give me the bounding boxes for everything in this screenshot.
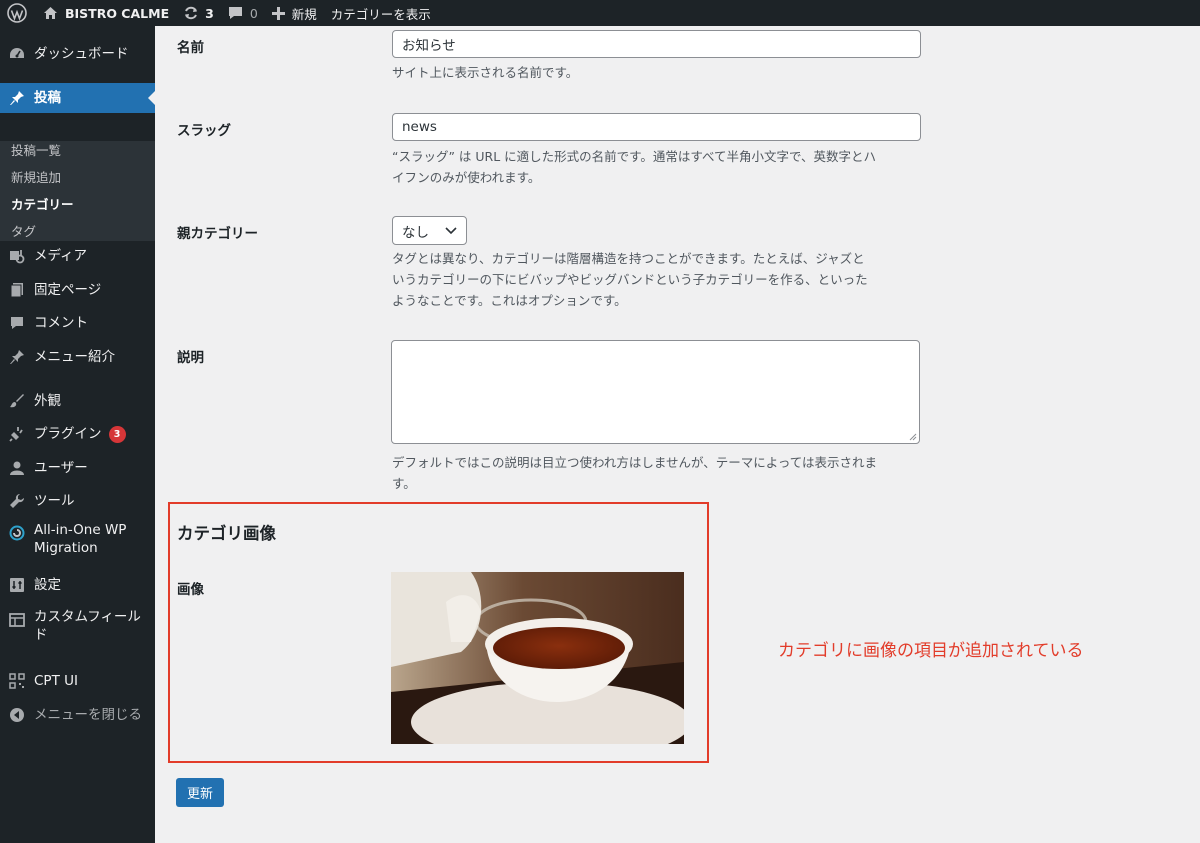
wordpress-logo-icon[interactable]: [0, 0, 34, 26]
comment-icon: [0, 315, 34, 331]
sidebar-item-cpt-ui[interactable]: CPT UI: [0, 666, 155, 696]
submenu-item-all-posts[interactable]: 投稿一覧: [11, 141, 61, 161]
view-category-link[interactable]: カテゴリーを表示: [324, 0, 438, 26]
sidebar-item-menu-intro[interactable]: メニュー紹介: [0, 342, 155, 372]
paintbrush-icon: [0, 393, 34, 409]
slug-description: “スラッグ” は URL に適した形式の名前です。通常はすべて半角小文字で、英数…: [392, 146, 922, 188]
plugins-update-badge: 3: [108, 425, 126, 443]
submenu-item-add-new[interactable]: 新規追加: [11, 168, 61, 188]
sidebar-item-label: ツール: [34, 493, 75, 509]
site-name-label: BISTRO CALME: [65, 5, 170, 21]
parent-description-line3: ようなことです。これはオプションです。: [392, 293, 627, 308]
parent-description-line2: いうカテゴリーの下にビバップやビッグバンドという子カテゴリーを作る、といった: [392, 272, 868, 287]
category-image-preview[interactable]: [391, 572, 684, 744]
new-content-link[interactable]: 新規: [265, 0, 324, 26]
pin-icon: [0, 349, 34, 365]
chevron-down-icon: [445, 223, 457, 239]
user-icon: [0, 460, 34, 476]
migration-icon: [0, 521, 34, 541]
sidebar-item-label: メディア: [34, 248, 88, 264]
site-name-link[interactable]: BISTRO CALME: [36, 0, 176, 26]
home-icon: [43, 6, 58, 20]
plugin-icon: [0, 426, 34, 442]
custom-fields-label-line2: ド: [34, 627, 48, 643]
slug-label: スラッグ: [177, 123, 231, 139]
description-help-line2: す。: [392, 476, 416, 491]
comments-count: 0: [249, 5, 258, 21]
updates-link[interactable]: 3: [176, 0, 221, 26]
sidebar-item-label: ダッシュボード: [34, 46, 129, 62]
new-label: 新規: [291, 6, 317, 22]
description-textarea[interactable]: [391, 340, 920, 444]
sidebar-item-custom-fields[interactable]: カスタムフィールド: [0, 608, 155, 648]
comment-icon: [228, 6, 243, 20]
custom-fields-icon: [0, 608, 34, 628]
sidebar-item-media[interactable]: メディア: [0, 241, 155, 271]
resize-handle-icon[interactable]: [909, 433, 917, 441]
settings-icon: [0, 577, 34, 593]
sidebar-item-label: メニューを閉じる: [34, 707, 142, 723]
cpt-ui-icon: [0, 673, 34, 689]
sidebar-item-label: All-in-One WP Migration: [34, 521, 126, 557]
sidebar-item-tools[interactable]: ツール: [0, 486, 155, 516]
pin-icon: [0, 90, 34, 106]
sidebar-item-label: コメント: [34, 315, 88, 331]
parent-category-select[interactable]: なし: [392, 216, 467, 245]
submenu-item-tags[interactable]: タグ: [11, 222, 36, 242]
updates-icon: [183, 5, 199, 21]
sidebar-item-pages[interactable]: 固定ページ: [0, 275, 155, 305]
sidebar-item-dashboard[interactable]: ダッシュボード: [0, 39, 155, 69]
parent-category-selected: なし: [402, 224, 429, 241]
plus-icon: [271, 6, 285, 20]
comments-link[interactable]: 0: [221, 0, 265, 26]
image-label: 画像: [177, 582, 204, 598]
custom-fields-label-line1: カスタムフィール: [34, 609, 141, 625]
posts-submenu: 投稿一覧 新規追加 カテゴリー タグ: [0, 141, 155, 241]
dashboard-icon: [0, 46, 34, 62]
slug-description-line1: “スラッグ” は URL に適した形式の名前です。通常はすべて半角小文字で、英数…: [392, 149, 877, 164]
sidebar-item-posts[interactable]: 投稿: [0, 83, 155, 113]
admin-sidebar: ダッシュボード 投稿 投稿一覧 新規追加 カテゴリー タグ メディア 固定ページ…: [0, 26, 155, 843]
description-help-line1: デフォルトではこの説明は目立つ使われ方はしませんが、テーマによっては表示されま: [392, 455, 878, 470]
collapse-arrow-icon: [0, 707, 34, 723]
sidebar-item-plugins[interactable]: プラグイン 3: [0, 419, 155, 449]
admin-bar: BISTRO CALME 3 0 新規 カテゴリーを表示: [0, 0, 1200, 26]
category-image-section-title: カテゴリ画像: [177, 524, 276, 543]
name-label: 名前: [177, 40, 204, 56]
submenu-item-categories[interactable]: カテゴリー: [11, 195, 74, 215]
parent-category-description: タグとは異なり、カテゴリーは階層構造を持つことができます。たとえば、ジャズと い…: [392, 248, 922, 311]
media-icon: [0, 248, 34, 264]
sidebar-item-label: 外観: [34, 393, 61, 409]
sidebar-item-settings[interactable]: 設定: [0, 570, 155, 600]
sidebar-item-label: CPT UI: [34, 673, 78, 689]
wrench-icon: [0, 493, 34, 509]
migration-label-line1: All-in-One WP: [34, 522, 127, 538]
pages-icon: [0, 282, 34, 298]
sidebar-item-appearance[interactable]: 外観: [0, 386, 155, 416]
collapse-menu-button[interactable]: メニューを閉じる: [0, 700, 155, 730]
sidebar-item-comments[interactable]: コメント: [0, 308, 155, 338]
updates-count: 3: [205, 5, 214, 21]
update-button[interactable]: 更新: [176, 778, 224, 807]
annotation-note: カテゴリに画像の項目が追加されている: [778, 641, 1084, 661]
migration-label-line2: Migration: [34, 540, 98, 556]
parent-category-label: 親カテゴリー: [177, 226, 258, 242]
description-label: 説明: [177, 350, 204, 366]
parent-description-line1: タグとは異なり、カテゴリーは階層構造を持つことができます。たとえば、ジャズと: [392, 251, 865, 266]
sidebar-item-users[interactable]: ユーザー: [0, 453, 155, 483]
sidebar-item-label: メニュー紹介: [34, 349, 115, 365]
sidebar-item-label: 設定: [34, 577, 61, 593]
sidebar-item-label: ユーザー: [34, 460, 88, 476]
sidebar-item-all-in-one-migration[interactable]: All-in-One WP Migration: [0, 521, 155, 561]
name-description: サイト上に表示される名前です。: [392, 65, 579, 80]
name-input[interactable]: [392, 30, 921, 58]
sidebar-item-label: 固定ページ: [34, 282, 102, 298]
slug-input[interactable]: [392, 113, 921, 141]
sidebar-item-label: カスタムフィールド: [34, 608, 141, 644]
sidebar-item-label: プラグイン: [34, 426, 102, 442]
description-help: デフォルトではこの説明は目立つ使われ方はしませんが、テーマによっては表示されま …: [392, 452, 922, 494]
slug-description-line2: イフンのみが使われます。: [392, 170, 541, 185]
sidebar-item-label: 投稿: [34, 90, 61, 106]
